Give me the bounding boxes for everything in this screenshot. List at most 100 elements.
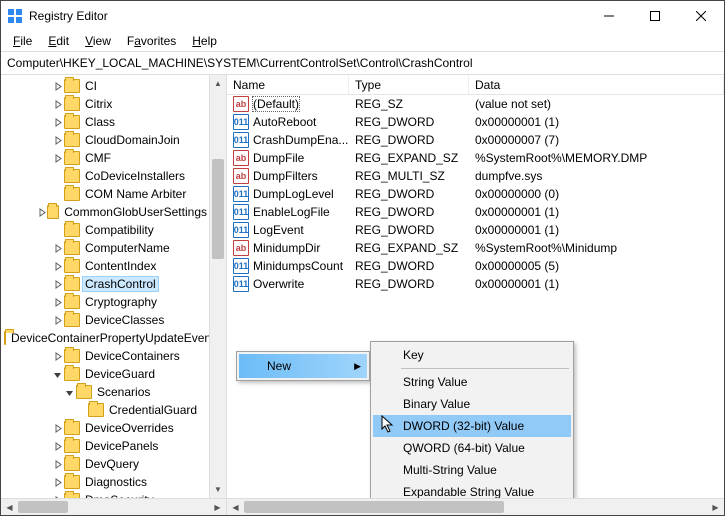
tree-vscrollbar[interactable]: ▲ ▼ (209, 75, 226, 498)
column-header-type[interactable]: Type (349, 76, 469, 94)
cell-type: REG_MULTI_SZ (349, 169, 469, 183)
tree-item[interactable]: CMF (3, 149, 209, 167)
expand-icon[interactable] (51, 460, 63, 469)
tree-item[interactable]: DeviceClasses (3, 311, 209, 329)
scroll-thumb[interactable] (244, 501, 504, 513)
expand-icon[interactable] (51, 478, 63, 487)
list-row[interactable]: abDumpFileREG_EXPAND_SZ%SystemRoot%\MEMO… (227, 149, 724, 167)
tree-item[interactable]: COM Name Arbiter (3, 185, 209, 203)
scroll-down-icon[interactable]: ▼ (210, 481, 226, 498)
minimize-button[interactable] (586, 1, 632, 31)
list-header-row: Name Type Data (227, 75, 724, 95)
tree-item[interactable]: ContentIndex (3, 257, 209, 275)
menu-view[interactable]: View (77, 32, 119, 50)
collapse-icon[interactable] (51, 370, 63, 379)
scroll-up-icon[interactable]: ▲ (210, 75, 226, 92)
expand-icon[interactable] (51, 280, 63, 289)
menu-favorites[interactable]: Favorites (119, 32, 184, 50)
context-menu-new[interactable]: New ▶ (239, 354, 367, 378)
tree-item[interactable]: CloudDomainJoin (3, 131, 209, 149)
scroll-right-icon[interactable]: ▶ (209, 503, 226, 512)
scroll-thumb[interactable] (212, 159, 224, 259)
expand-icon[interactable] (51, 496, 63, 499)
scroll-right-icon[interactable]: ▶ (707, 499, 724, 515)
tree-item[interactable]: Compatibility (3, 221, 209, 239)
scroll-left-icon[interactable]: ◀ (1, 503, 18, 512)
context-menu-expandstring-value[interactable]: Expandable String Value (373, 481, 571, 498)
tree-item[interactable]: DmaSecurity (3, 491, 209, 498)
tree-item[interactable]: DeviceContainerPropertyUpdateEvents (3, 329, 209, 347)
scroll-left-icon[interactable]: ◀ (227, 499, 244, 515)
scroll-thumb[interactable] (18, 501, 68, 513)
context-menu-binary-value[interactable]: Binary Value (373, 393, 571, 415)
tree-item[interactable]: DeviceOverrides (3, 419, 209, 437)
tree-item[interactable]: Cryptography (3, 293, 209, 311)
tree-item[interactable]: CommonGlobUserSettings (3, 203, 209, 221)
folder-icon (64, 439, 80, 453)
tree-item[interactable]: Class (3, 113, 209, 131)
expand-icon[interactable] (51, 298, 63, 307)
context-menu-qword-value[interactable]: QWORD (64-bit) Value (373, 437, 571, 459)
cell-name: abMinidumpDir (227, 240, 349, 256)
list-row[interactable]: 011OverwriteREG_DWORD0x00000001 (1) (227, 275, 724, 293)
list-row[interactable]: ab(Default)REG_SZ(value not set) (227, 95, 724, 113)
list-row[interactable]: 011EnableLogFileREG_DWORD0x00000001 (1) (227, 203, 724, 221)
expand-icon[interactable] (51, 424, 63, 433)
registry-tree[interactable]: CICitrix Class CloudDomainJoin CMF CoDeviceI… (1, 75, 209, 498)
tree-item-label: DeviceClasses (83, 313, 166, 327)
menu-edit[interactable]: Edit (40, 32, 77, 50)
tree-item[interactable]: DeviceGuard (3, 365, 209, 383)
cell-data: 0x00000005 (5) (469, 259, 724, 273)
expand-icon[interactable] (51, 262, 63, 271)
tree-item[interactable]: DevicePanels (3, 437, 209, 455)
list-hscrollbar[interactable]: ◀ ▶ (227, 498, 724, 515)
folder-icon (64, 223, 80, 237)
list-row[interactable]: 011DumpLogLevelREG_DWORD0x00000000 (0) (227, 185, 724, 203)
values-list[interactable]: ab(Default)REG_SZ(value not set)011AutoR… (227, 95, 724, 498)
context-menu-multistring-value[interactable]: Multi-String Value (373, 459, 571, 481)
expand-icon[interactable] (51, 352, 63, 361)
expand-icon[interactable] (51, 118, 63, 127)
context-menu-dword-value[interactable]: DWORD (32-bit) Value (373, 415, 571, 437)
expand-icon[interactable] (51, 316, 63, 325)
tree-item[interactable]: DevQuery (3, 455, 209, 473)
context-menu-string-value[interactable]: String Value (373, 371, 571, 393)
list-row[interactable]: 011MinidumpsCountREG_DWORD0x00000005 (5) (227, 257, 724, 275)
tree-item-label: Class (83, 115, 117, 129)
tree-item[interactable]: CrashControl (3, 275, 209, 293)
expand-icon[interactable] (37, 208, 46, 217)
tree-hscrollbar[interactable]: ◀ ▶ (1, 498, 226, 515)
column-header-name[interactable]: Name (227, 76, 349, 94)
tree-item[interactable]: CredentialGuard (3, 401, 209, 419)
tree-item[interactable]: Diagnostics (3, 473, 209, 491)
expand-icon[interactable] (51, 136, 63, 145)
list-row[interactable]: 011CrashDumpEna...REG_DWORD0x00000007 (7… (227, 131, 724, 149)
collapse-icon[interactable] (63, 388, 75, 397)
expand-icon[interactable] (51, 442, 63, 451)
tree-item[interactable]: Citrix (3, 95, 209, 113)
tree-item[interactable]: CoDeviceInstallers (3, 167, 209, 185)
menu-file[interactable]: File (5, 32, 40, 50)
menu-help[interactable]: Help (184, 32, 225, 50)
list-row[interactable]: 011AutoRebootREG_DWORD0x00000001 (1) (227, 113, 724, 131)
expand-icon[interactable] (51, 100, 63, 109)
expand-icon[interactable] (51, 244, 63, 253)
tree-item-label: CMF (83, 151, 113, 165)
close-button[interactable] (678, 1, 724, 31)
list-row[interactable]: abDumpFiltersREG_MULTI_SZdumpfve.sys (227, 167, 724, 185)
address-bar[interactable]: Computer\HKEY_LOCAL_MACHINE\SYSTEM\Curre… (1, 51, 724, 75)
tree-item[interactable]: CI (3, 77, 209, 95)
expand-icon[interactable] (51, 154, 63, 163)
cell-name: 011Overwrite (227, 276, 349, 292)
tree-item[interactable]: DeviceContainers (3, 347, 209, 365)
column-header-data[interactable]: Data (469, 76, 724, 94)
cell-name: 011EnableLogFile (227, 204, 349, 220)
context-menu-key[interactable]: Key (373, 344, 571, 366)
list-row[interactable]: 011LogEventREG_DWORD0x00000001 (1) (227, 221, 724, 239)
expand-icon[interactable] (51, 82, 63, 91)
tree-item[interactable]: Scenarios (3, 383, 209, 401)
cell-type: REG_DWORD (349, 115, 469, 129)
tree-item[interactable]: ComputerName (3, 239, 209, 257)
list-row[interactable]: abMinidumpDirREG_EXPAND_SZ%SystemRoot%\M… (227, 239, 724, 257)
maximize-button[interactable] (632, 1, 678, 31)
